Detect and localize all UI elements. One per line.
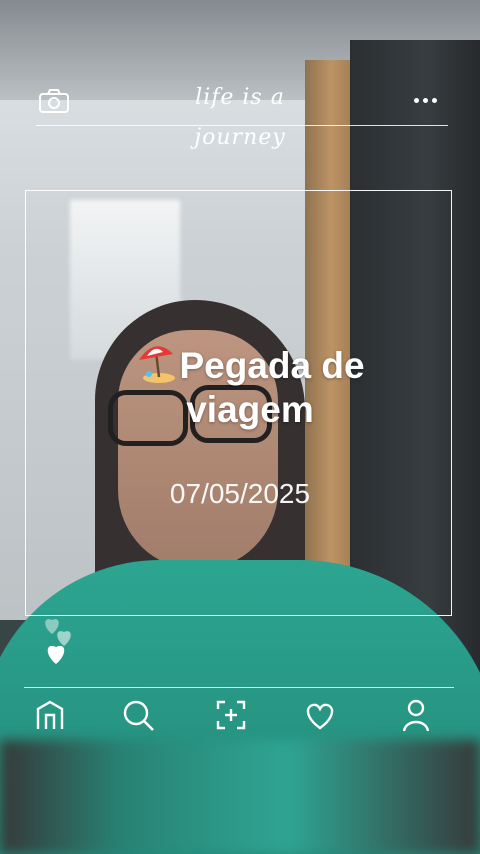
divider-bottom <box>24 687 454 688</box>
heart-icon[interactable] <box>302 697 338 733</box>
brand-title: life is a journey <box>194 85 286 150</box>
search-icon[interactable] <box>120 697 156 733</box>
profile-icon[interactable] <box>398 697 434 733</box>
more-dots-icon[interactable] <box>412 90 446 110</box>
add-frame-icon[interactable] <box>213 697 249 733</box>
post-title-line2: viagem <box>186 389 314 430</box>
post-title-line1: Pegada de <box>179 345 365 386</box>
bottom-nav <box>0 695 480 739</box>
top-bar: life is a journey <box>0 70 480 150</box>
home-icon[interactable] <box>32 697 68 733</box>
post-date: 07/05/2025 <box>169 478 311 509</box>
camera-icon[interactable] <box>38 88 70 114</box>
beach-umbrella-icon <box>135 340 179 384</box>
hearts-icon[interactable] <box>38 608 78 668</box>
post-title: Pegada de viagem <box>100 340 400 432</box>
divider-top <box>36 125 448 126</box>
